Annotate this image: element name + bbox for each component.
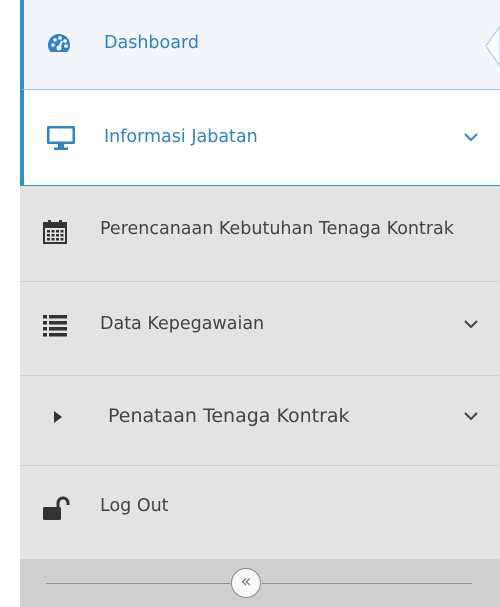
unlock-icon xyxy=(42,496,70,526)
active-indicator-notch xyxy=(485,26,500,66)
sidebar-item-perencanaan[interactable]: Perencanaan Kebutuhan Tenaga Kontrak xyxy=(20,186,500,282)
calendar-icon xyxy=(42,219,68,249)
divider xyxy=(46,583,230,584)
sidebar-collapse-button[interactable]: « xyxy=(231,568,261,598)
sidebar-item-label: Penataan Tenaga Kontrak xyxy=(108,405,350,427)
chevron-down-icon[interactable] xyxy=(462,407,480,425)
divider xyxy=(262,583,472,584)
sidebar-item-penataan[interactable]: Penataan Tenaga Kontrak xyxy=(20,376,500,466)
sidebar: Dashboard Informasi Jabatan Perencanaan … xyxy=(20,0,500,607)
sidebar-item-data-kepegawaian[interactable]: Data Kepegawaian xyxy=(20,282,500,376)
list-icon xyxy=(42,313,68,341)
caret-right-icon xyxy=(52,409,64,429)
sidebar-item-label: Dashboard xyxy=(104,33,199,53)
sidebar-item-informasi-jabatan[interactable]: Informasi Jabatan xyxy=(20,90,500,186)
chevron-down-icon[interactable] xyxy=(462,315,480,333)
sidebar-item-label: Informasi Jabatan xyxy=(104,127,258,147)
monitor-icon xyxy=(46,125,76,155)
sidebar-item-label: Log Out xyxy=(100,496,169,516)
sidebar-item-logout[interactable]: Log Out xyxy=(20,466,500,560)
sidebar-footer: « xyxy=(20,560,500,607)
dashboard-gauge-icon xyxy=(46,32,72,60)
chevron-down-icon[interactable] xyxy=(462,128,480,146)
sidebar-item-dashboard[interactable]: Dashboard xyxy=(20,0,500,90)
sidebar-item-label: Perencanaan Kebutuhan Tenaga Kontrak xyxy=(100,219,454,239)
double-chevron-left-icon: « xyxy=(240,571,252,592)
sidebar-item-label: Data Kepegawaian xyxy=(100,314,265,334)
